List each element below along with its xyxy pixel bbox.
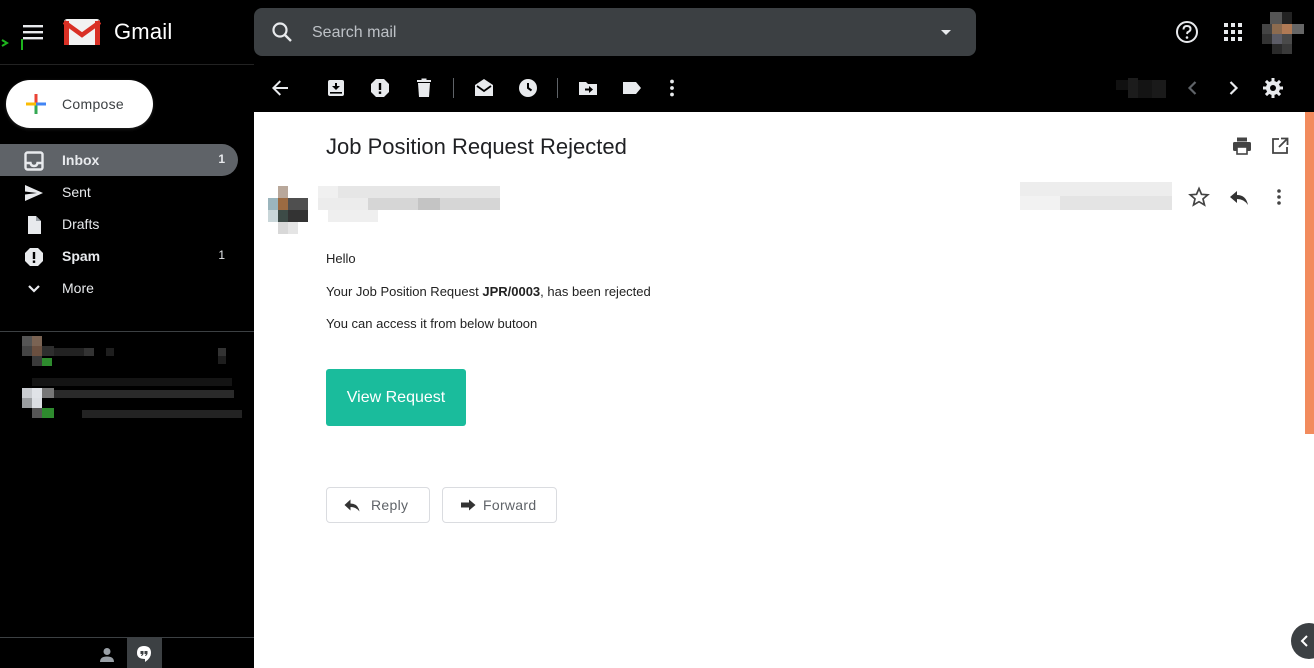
body-text: , has been rejected xyxy=(540,284,651,299)
view-request-button[interactable]: View Request xyxy=(326,369,466,426)
mark-unread-icon[interactable] xyxy=(472,76,496,100)
draft-icon xyxy=(28,216,41,234)
star-icon[interactable] xyxy=(1188,186,1210,208)
gmail-m-icon xyxy=(63,19,101,45)
hangouts-icon xyxy=(137,646,151,662)
reply-icon[interactable] xyxy=(1228,186,1250,208)
send-icon xyxy=(25,185,43,201)
sidebar-item-label: Sent xyxy=(62,184,91,200)
spam-icon xyxy=(25,248,43,266)
apps-grid-icon[interactable] xyxy=(1221,20,1245,44)
person-icon[interactable] xyxy=(98,646,116,664)
compose-label: Compose xyxy=(62,96,125,112)
message-pane: Job Position Request Rejected Hello Your… xyxy=(254,112,1314,668)
sidebar-item-drafts[interactable]: Drafts xyxy=(0,208,238,240)
sidebar-divider xyxy=(0,331,254,332)
move-to-icon[interactable] xyxy=(576,76,600,100)
request-code: JPR/0003 xyxy=(482,284,541,299)
body-status-line: Your Job Position Request JPR/0003, has … xyxy=(326,284,651,299)
app-name: Gmail xyxy=(114,19,173,44)
search-icon[interactable] xyxy=(270,20,294,44)
side-panel-toggle[interactable] xyxy=(1291,623,1314,659)
sidebar-item-more[interactable]: More xyxy=(0,272,238,304)
avatar-pixelated-image xyxy=(1262,12,1304,54)
forward-label: Forward xyxy=(483,497,537,513)
message-subject: Job Position Request Rejected xyxy=(326,134,627,159)
settings-gear-icon[interactable] xyxy=(1261,76,1285,100)
search-options-icon[interactable] xyxy=(934,20,958,44)
next-chevron-icon[interactable] xyxy=(1221,76,1245,100)
compose-plus-icon xyxy=(26,94,46,114)
open-in-new-window-icon[interactable] xyxy=(1270,136,1290,156)
reply-label: Reply xyxy=(371,497,409,513)
snooze-icon[interactable] xyxy=(516,76,540,100)
sidebar-item-label: Spam xyxy=(62,248,101,264)
chevron-left-icon xyxy=(1300,635,1308,647)
hangouts-contacts-pixelated xyxy=(20,336,250,426)
reply-button[interactable]: Reply xyxy=(326,487,430,523)
scrollbar-thumb[interactable] xyxy=(1305,112,1314,434)
report-spam-icon[interactable] xyxy=(368,76,392,100)
help-icon[interactable] xyxy=(1174,19,1200,45)
top-bar: Gmail xyxy=(0,0,1314,65)
message-toolbar xyxy=(254,64,1314,112)
archive-icon[interactable] xyxy=(324,76,348,100)
avatar[interactable] xyxy=(1258,8,1306,56)
search-input[interactable] xyxy=(310,18,914,48)
message-date-pixelated xyxy=(1020,182,1172,210)
body-access-line: You can access it from below butoon xyxy=(326,316,538,331)
sidebar-item-inbox[interactable]: Inbox 1 xyxy=(0,144,238,176)
sidebar-item-label: Inbox xyxy=(62,152,100,168)
unread-count: 1 xyxy=(218,152,225,166)
forward-button[interactable]: Forward xyxy=(442,487,557,523)
gmail-logo[interactable] xyxy=(63,16,101,48)
sidebar-item-label: Drafts xyxy=(62,216,100,232)
toolbar-separator xyxy=(557,78,558,98)
label-icon[interactable] xyxy=(620,76,644,100)
pagination-count-pixelated xyxy=(1116,76,1168,100)
chevron-down-icon xyxy=(28,285,40,293)
body-text: Your Job Position Request xyxy=(326,284,483,299)
inbox-icon xyxy=(24,151,44,171)
sender-info-pixelated xyxy=(268,186,518,236)
search-bar[interactable] xyxy=(254,8,976,56)
unread-count: 1 xyxy=(218,248,225,262)
prev-chevron-icon[interactable] xyxy=(1181,76,1205,100)
more-vert-icon[interactable] xyxy=(660,76,684,100)
toolbar-separator xyxy=(453,78,454,98)
delete-icon[interactable] xyxy=(412,76,436,100)
compose-button[interactable]: Compose xyxy=(6,80,153,128)
terminal-glyph-icon xyxy=(1,39,23,50)
body-greeting: Hello xyxy=(326,251,356,266)
reply-icon xyxy=(344,499,360,512)
more-vert-icon[interactable] xyxy=(1268,186,1290,208)
back-arrow-icon[interactable] xyxy=(268,76,292,100)
hangouts-tab[interactable] xyxy=(127,638,162,668)
sidebar-item-sent[interactable]: Sent xyxy=(0,176,238,208)
sidebar-item-label: More xyxy=(62,280,94,296)
sidebar-item-spam[interactable]: Spam 1 xyxy=(0,240,238,272)
print-icon[interactable] xyxy=(1232,136,1252,156)
forward-icon xyxy=(461,499,476,511)
